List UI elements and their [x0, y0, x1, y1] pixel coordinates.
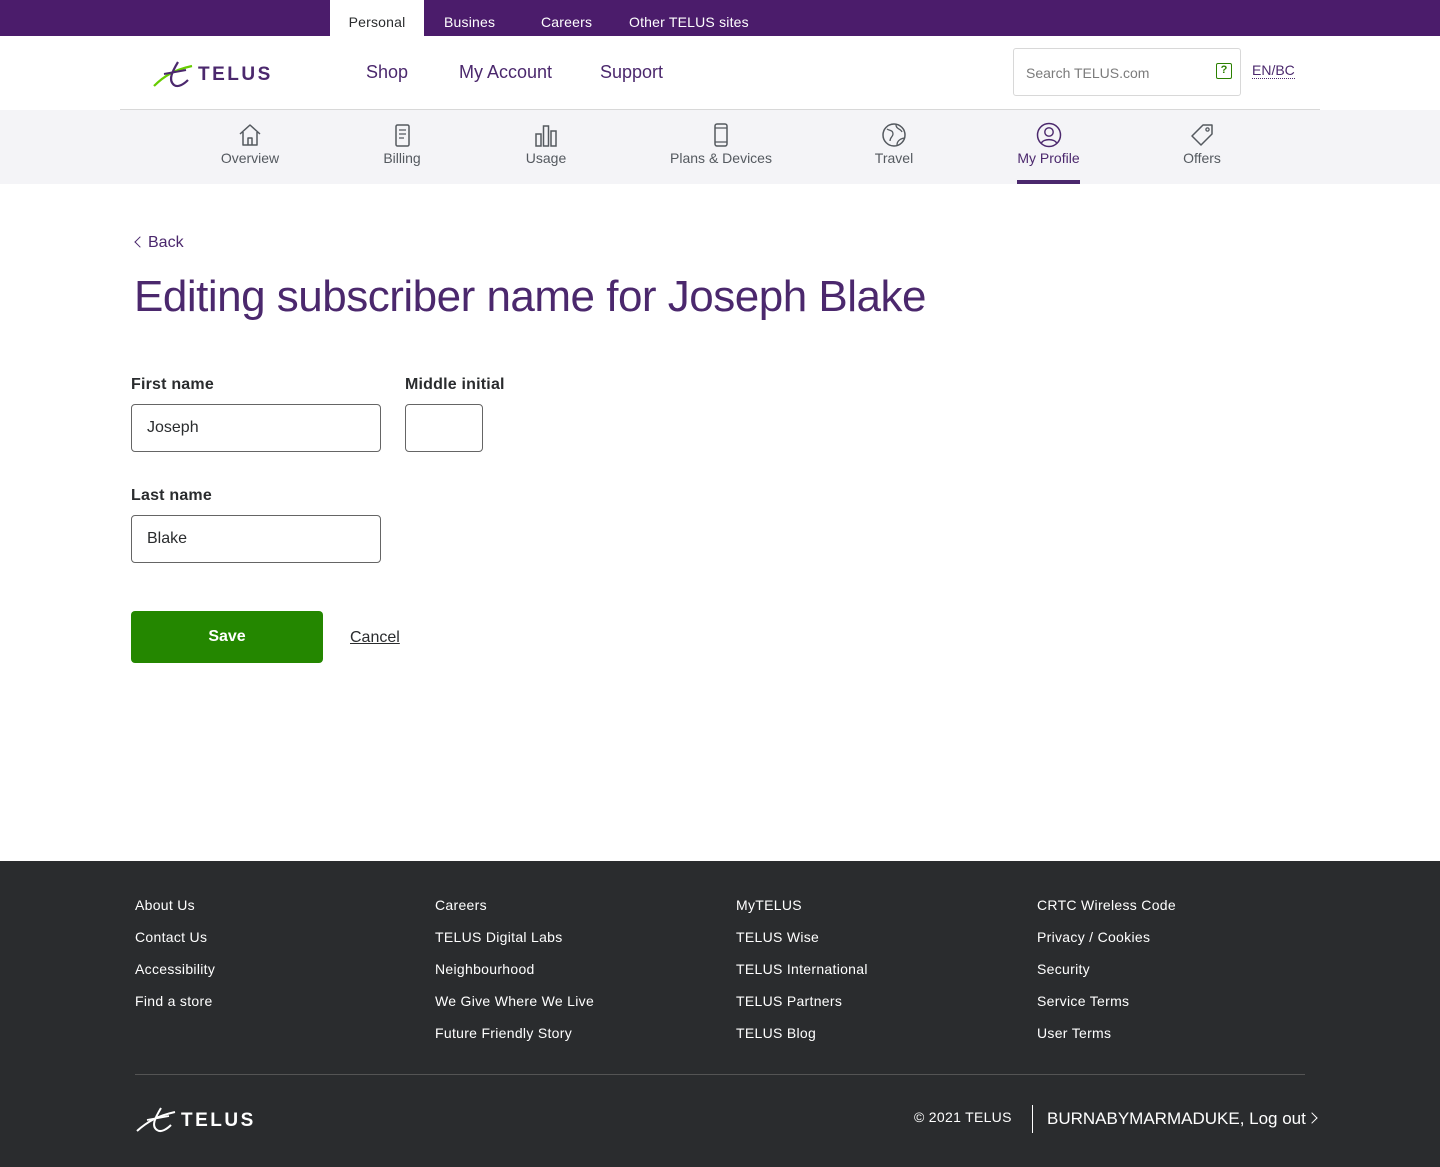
telus-logo[interactable]: TELUS [152, 58, 282, 90]
chevron-left-icon [134, 236, 146, 248]
subnav-label: Billing [383, 150, 421, 166]
footer-link[interactable]: TELUS Digital Labs [435, 928, 594, 960]
footer-column-2: Careers TELUS Digital Labs Neighbourhood… [435, 896, 594, 1056]
page-title: Editing subscriber name for Joseph Blake [134, 272, 926, 321]
footer-column-1: About Us Contact Us Accessibility Find a… [135, 896, 215, 1024]
middle-initial-field-box [405, 404, 483, 452]
utility-tab-other-sites[interactable]: Other TELUS sites [629, 0, 749, 36]
search-box: ? [1013, 48, 1241, 96]
utility-bar: Personal Busines Careers Other TELUS sit… [0, 0, 1440, 36]
utility-tab-careers[interactable]: Careers [541, 0, 592, 36]
site-footer: About Us Contact Us Accessibility Find a… [0, 861, 1440, 1167]
footer-link[interactable]: Security [1037, 960, 1176, 992]
last-name-field-box [131, 515, 381, 563]
footer-vertical-divider [1032, 1105, 1033, 1133]
footer-link[interactable]: TELUS Partners [736, 992, 868, 1024]
subnav-label: Overview [220, 150, 280, 166]
utility-tab-personal[interactable]: Personal [330, 0, 424, 36]
first-name-label: First name [131, 376, 214, 393]
subnav-label: Travel [874, 150, 914, 166]
footer-column-4: CRTC Wireless Code Privacy / Cookies Sec… [1037, 896, 1176, 1056]
footer-link[interactable]: MyTELUS [736, 896, 868, 928]
first-name-field-box [131, 404, 381, 452]
chevron-right-icon [1306, 1112, 1318, 1124]
last-name-input[interactable] [132, 516, 380, 562]
language-region-switch[interactable]: EN/BC [1252, 62, 1295, 79]
footer-divider [135, 1074, 1305, 1075]
first-name-input[interactable] [132, 405, 380, 451]
nav-support[interactable]: Support [600, 62, 663, 83]
footer-link[interactable]: Privacy / Cookies [1037, 928, 1176, 960]
footer-link[interactable]: Careers [435, 896, 594, 928]
house-icon [239, 124, 261, 146]
footer-column-3: MyTELUS TELUS Wise TELUS International T… [736, 896, 868, 1056]
footer-link[interactable]: About Us [135, 896, 215, 928]
subnav-billing[interactable]: Billing [380, 110, 424, 184]
footer-link[interactable]: We Give Where We Live [435, 992, 594, 1024]
footer-link[interactable]: TELUS Blog [736, 1024, 868, 1056]
save-button[interactable]: Save [131, 611, 323, 663]
bar-chart-icon [535, 125, 557, 147]
subnav-label: Usage [525, 150, 567, 166]
tag-icon [1191, 124, 1213, 146]
mobile-phone-icon [714, 123, 728, 147]
footer-link[interactable]: Future Friendly Story [435, 1024, 594, 1056]
footer-link[interactable]: Accessibility [135, 960, 215, 992]
search-input[interactable] [1026, 61, 1206, 85]
footer-link[interactable]: TELUS International [736, 960, 868, 992]
user-icon [1036, 122, 1061, 148]
globe-icon [882, 123, 906, 147]
subnav-label: Plans & Devices [670, 150, 772, 166]
svg-text:TELUS: TELUS [181, 1110, 256, 1131]
footer-link[interactable]: Contact Us [135, 928, 215, 960]
last-name-label: Last name [131, 487, 212, 504]
footer-link[interactable]: TELUS Wise [736, 928, 868, 960]
subnav-travel[interactable]: Travel [874, 110, 914, 184]
back-link[interactable]: Back [134, 234, 184, 252]
utility-tab-business[interactable]: Busines [444, 0, 495, 36]
footer-link[interactable]: Find a store [135, 992, 215, 1024]
bill-icon [395, 124, 410, 147]
footer-link[interactable]: Neighbourhood [435, 960, 594, 992]
middle-initial-input[interactable] [406, 405, 482, 451]
copyright-text: © 2021 TELUS [914, 1109, 1012, 1125]
footer-link[interactable]: Service Terms [1037, 992, 1176, 1024]
subnav-plans-devices[interactable]: Plans & Devices [668, 110, 774, 184]
middle-initial-label: Middle initial [405, 376, 505, 393]
back-label: Back [148, 234, 184, 251]
subnav-overview[interactable]: Overview [220, 110, 280, 184]
svg-text:TELUS: TELUS [198, 64, 273, 85]
subnav-label: My Profile [1017, 150, 1080, 166]
account-subnav: Overview Billing Usage Plans & Devices T… [0, 110, 1440, 184]
subnav-label: Offers [1183, 150, 1221, 166]
nav-my-account[interactable]: My Account [459, 62, 552, 83]
subnav-offers[interactable]: Offers [1182, 110, 1222, 184]
footer-link[interactable]: CRTC Wireless Code [1037, 896, 1176, 928]
telus-logo-icon: TELUS [153, 61, 273, 88]
footer-telus-logo[interactable]: TELUS [135, 1105, 265, 1135]
logout-label: BURNABYMARMADUKE, Log out [1047, 1109, 1306, 1128]
logout-link[interactable]: BURNABYMARMADUKE, Log out [1047, 1109, 1318, 1129]
cancel-link[interactable]: Cancel [350, 629, 400, 647]
nav-shop[interactable]: Shop [366, 62, 408, 83]
subnav-my-profile[interactable]: My Profile [1017, 110, 1080, 184]
telus-logo-icon: TELUS [136, 1107, 256, 1133]
footer-link[interactable]: User Terms [1037, 1024, 1176, 1056]
question-mark-icon[interactable]: ? [1216, 63, 1232, 79]
subnav-usage[interactable]: Usage [524, 110, 568, 184]
